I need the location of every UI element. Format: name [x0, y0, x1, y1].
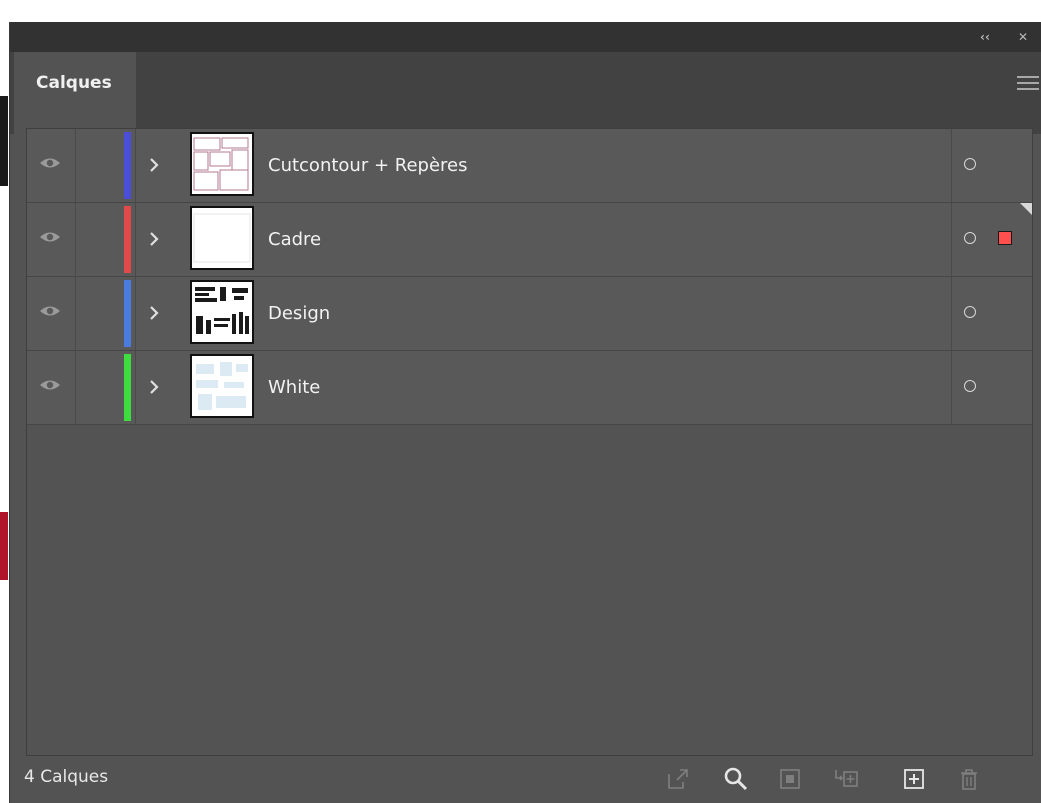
eye-icon[interactable]	[39, 377, 61, 393]
target-circle-icon[interactable]	[964, 232, 976, 244]
column-divider	[951, 129, 952, 202]
column-divider	[951, 203, 952, 276]
trash-icon[interactable]	[956, 766, 982, 792]
screen: ‹‹ ✕ Calques Cutcontour + Repères Cadre …	[0, 0, 1041, 803]
layer-thumbnail[interactable]	[190, 206, 254, 270]
layer-row-design[interactable]: Design	[27, 277, 1032, 351]
tab-calques[interactable]: Calques	[14, 52, 136, 134]
tab-calques-label: Calques	[36, 73, 112, 93]
layer-color-bar	[124, 280, 131, 347]
layer-row-cadre[interactable]: Cadre	[27, 203, 1032, 277]
column-divider	[135, 277, 136, 350]
chevron-right-icon[interactable]	[147, 378, 161, 396]
lock-toggle[interactable]	[76, 351, 124, 424]
target-circle-icon[interactable]	[964, 158, 976, 170]
layer-color-bar	[124, 354, 131, 421]
eye-icon[interactable]	[39, 155, 61, 171]
panel-tabbar: Calques	[10, 52, 1041, 134]
column-divider	[135, 129, 136, 202]
close-icon[interactable]: ✕	[1014, 28, 1032, 46]
layer-name[interactable]: Cutcontour + Repères	[268, 155, 468, 176]
lock-toggle[interactable]	[76, 277, 124, 350]
clipping-mask-icon[interactable]	[777, 766, 803, 792]
target-circle-icon[interactable]	[964, 380, 976, 392]
layer-row-white[interactable]: White	[27, 351, 1032, 425]
chevron-right-icon[interactable]	[147, 304, 161, 322]
layer-name[interactable]: Cadre	[268, 229, 321, 250]
column-divider	[135, 203, 136, 276]
layer-thumbnail[interactable]	[190, 354, 254, 418]
layer-color-bar	[124, 206, 131, 273]
background-artwork-fragment	[0, 96, 8, 186]
column-divider	[135, 351, 136, 424]
new-sublayer-icon[interactable]	[833, 766, 859, 792]
layers-panel: ‹‹ ✕ Calques Cutcontour + Repères Cadre …	[10, 22, 1041, 803]
lock-toggle[interactable]	[76, 203, 124, 276]
panel-titlebar: ‹‹ ✕	[10, 22, 1041, 52]
layer-thumbnail[interactable]	[190, 132, 254, 196]
layer-row-cutcontour[interactable]: Cutcontour + Repères	[27, 129, 1032, 203]
layers-list: Cutcontour + Repères Cadre Design White	[26, 128, 1033, 756]
layer-name[interactable]: White	[268, 377, 320, 398]
eye-icon[interactable]	[39, 229, 61, 245]
target-circle-icon[interactable]	[964, 306, 976, 318]
eye-icon[interactable]	[39, 303, 61, 319]
chevron-right-icon[interactable]	[147, 156, 161, 174]
search-icon[interactable]	[723, 766, 749, 792]
lock-toggle[interactable]	[76, 129, 124, 202]
current-layer-corner-indicator	[1020, 203, 1032, 215]
layer-name[interactable]: Design	[268, 303, 330, 324]
chevron-right-icon[interactable]	[147, 230, 161, 248]
selected-art-indicator[interactable]	[998, 231, 1012, 245]
panel-menu-icon[interactable]	[1017, 76, 1039, 94]
export-icon[interactable]	[665, 766, 691, 792]
column-divider	[951, 351, 952, 424]
layer-color-bar	[124, 132, 131, 199]
collapse-panel-icon[interactable]: ‹‹	[976, 28, 994, 46]
layer-thumbnail[interactable]	[190, 280, 254, 344]
new-layer-icon[interactable]	[901, 766, 927, 792]
panel-footer: 4 Calques	[10, 760, 1041, 803]
column-divider	[951, 277, 952, 350]
layer-count: 4 Calques	[24, 767, 109, 787]
background-artwork-fragment	[0, 512, 8, 580]
